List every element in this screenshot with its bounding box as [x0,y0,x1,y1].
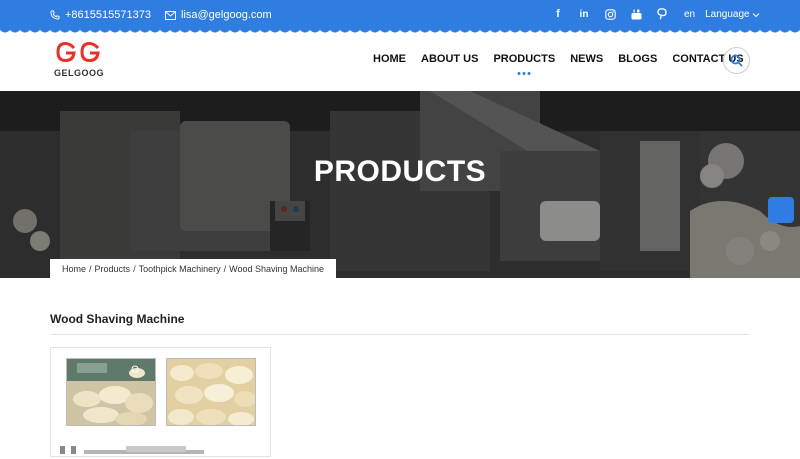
instagram-icon[interactable] [604,8,616,20]
pinterest-icon[interactable] [656,8,668,20]
linkedin-icon[interactable]: in [578,8,590,20]
nav-news[interactable]: NEWS [570,53,603,65]
breadcrumb-current: Wood Shaving Machine [229,263,325,274]
language-label[interactable]: Language [705,9,750,20]
social-links: f in [552,8,668,20]
site-header: GELGOOG HOME ABOUT US PRODUCTS NEWS BLOG… [0,30,800,91]
envelope-icon [165,10,176,20]
nav-products-label[interactable]: PRODUCTS [493,53,555,65]
page-title: Wood Shaving Machine [50,312,185,326]
breadcrumb: Home / Products / Toothpick Machinery / … [50,259,337,278]
breadcrumb-home[interactable]: Home [62,264,86,274]
breadcrumb-separator: / [133,263,136,274]
active-indicator [517,72,531,75]
facebook-icon[interactable]: f [552,8,564,20]
language-selector[interactable]: en Language [684,9,760,20]
top-bar: +8615515571373 lisa@gelgoog.com f in en … [0,0,800,30]
main-nav: HOME ABOUT US PRODUCTS NEWS BLOGS CONTAC… [373,53,759,75]
hero-title: PRODUCTS [313,155,487,188]
chevron-down-icon[interactable] [752,11,760,19]
youtube-icon[interactable] [630,8,642,20]
search-button[interactable] [723,47,750,74]
logo-text: GELGOOG [54,68,105,78]
machine-image [60,446,204,454]
nav-about-us[interactable]: ABOUT US [421,53,478,65]
phone-contact[interactable]: +8615515571373 [50,9,151,21]
product-machine-preview[interactable] [56,440,206,454]
nav-blogs[interactable]: BLOGS [618,53,657,65]
product-thumbnail[interactable] [66,358,156,426]
nav-home[interactable]: HOME [373,53,406,65]
language-code[interactable]: en [684,9,695,20]
title-divider [50,334,750,335]
email-address[interactable]: lisa@gelgoog.com [181,9,272,21]
logo-mark [56,42,100,63]
wood-shavings-image [167,359,255,425]
phone-icon [50,10,60,20]
floating-contact-button[interactable] [768,197,794,223]
search-icon [730,54,743,67]
hero-banner: PRODUCTS Home / Products / Toothpick Mac… [0,91,800,278]
wood-shavings-image [67,359,155,425]
breadcrumb-products[interactable]: Products [95,264,131,274]
logo[interactable]: GELGOOG [54,42,110,80]
breadcrumb-toothpick-machinery[interactable]: Toothpick Machinery [139,264,221,274]
product-card [50,347,271,457]
phone-number[interactable]: +8615515571373 [65,9,151,21]
breadcrumb-separator: / [89,263,92,274]
product-thumbnail[interactable] [166,358,256,426]
nav-products[interactable]: PRODUCTS [493,53,555,75]
breadcrumb-separator: / [223,263,227,274]
email-contact[interactable]: lisa@gelgoog.com [165,9,272,21]
